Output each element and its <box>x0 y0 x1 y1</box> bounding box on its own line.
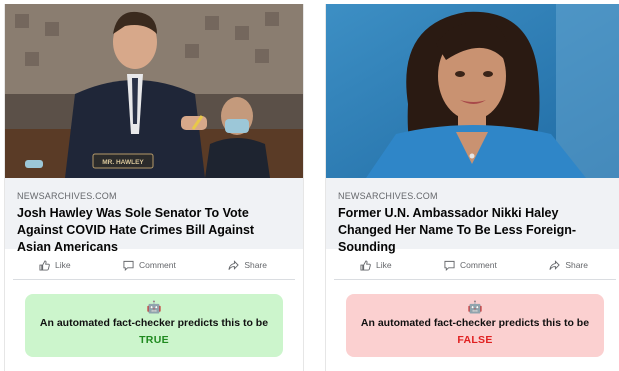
action-bar: Like Comment Share <box>13 251 295 280</box>
comment-button[interactable]: Comment <box>123 260 176 271</box>
news-photo-hawley[interactable]: MR. HAWLEY <box>5 4 303 178</box>
fact-check-verdict: 🤖 An automated fact-checker predicts thi… <box>25 294 283 357</box>
share-icon <box>549 259 561 271</box>
share-button[interactable]: Share <box>549 259 588 271</box>
share-icon <box>228 259 240 271</box>
link-preview[interactable]: NEWSARCHIVES.COM Former U.N. Ambassador … <box>326 178 619 254</box>
share-button[interactable]: Share <box>228 259 267 271</box>
comment-label: Comment <box>139 260 176 270</box>
like-label: Like <box>55 260 71 270</box>
comment-icon <box>123 260 134 271</box>
like-label: Like <box>376 260 392 270</box>
source-domain: NEWSARCHIVES.COM <box>338 191 438 201</box>
thumbs-up-icon <box>360 259 371 271</box>
news-photo-haley[interactable] <box>326 4 619 178</box>
headline[interactable]: Josh Hawley Was Sole Senator To Vote Aga… <box>17 205 291 256</box>
source-domain: NEWSARCHIVES.COM <box>17 191 117 201</box>
news-card-hawley[interactable]: MR. HAWLEY NEWSARCHIVES.COM Josh Hawley … <box>4 4 304 371</box>
name-plaque: MR. HAWLEY <box>102 159 144 166</box>
like-button[interactable]: Like <box>39 259 71 271</box>
verdict-text: An automated fact-checker predicts this … <box>39 317 269 329</box>
share-label: Share <box>565 260 588 270</box>
verdict-text: An automated fact-checker predicts this … <box>360 317 590 329</box>
verdict-label: FALSE <box>457 334 493 346</box>
link-preview[interactable]: NEWSARCHIVES.COM Josh Hawley Was Sole Se… <box>5 178 303 254</box>
action-bar: Like Comment Share <box>334 251 616 280</box>
share-label: Share <box>244 260 267 270</box>
news-card-haley[interactable]: NEWSARCHIVES.COM Former U.N. Ambassador … <box>325 4 619 371</box>
like-button[interactable]: Like <box>360 259 392 271</box>
thumbs-up-icon <box>39 259 50 271</box>
headline[interactable]: Former U.N. Ambassador Nikki Haley Chang… <box>338 205 612 256</box>
comment-label: Comment <box>460 260 497 270</box>
fact-check-verdict: 🤖 An automated fact-checker predicts thi… <box>346 294 604 357</box>
verdict-label: TRUE <box>139 334 169 346</box>
comment-icon <box>444 260 455 271</box>
robot-icon: 🤖 <box>467 300 483 314</box>
robot-icon: 🤖 <box>146 300 162 314</box>
comment-button[interactable]: Comment <box>444 260 497 271</box>
